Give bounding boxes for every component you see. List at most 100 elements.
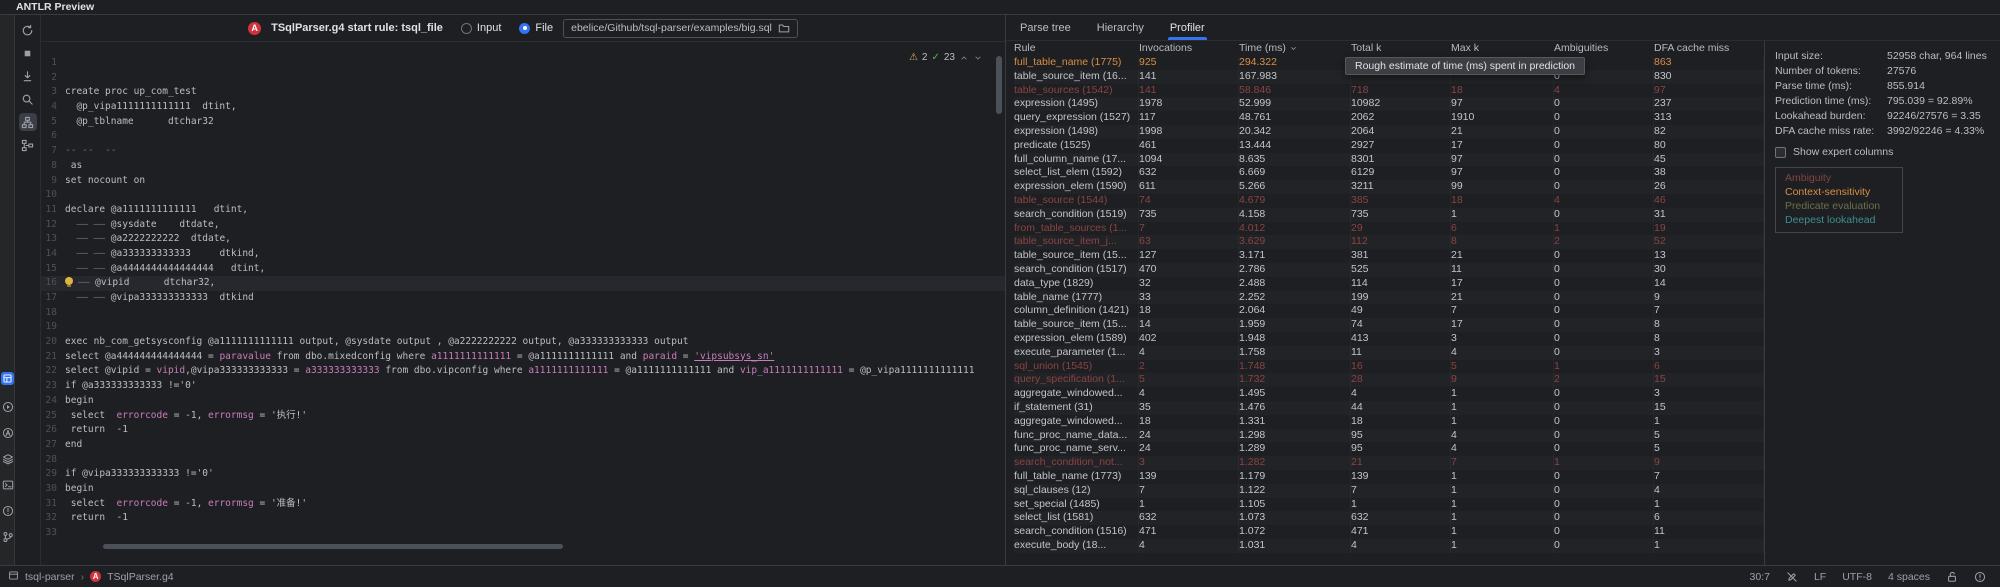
profiler-row[interactable]: execute_body (18...41.0314101 — [1014, 539, 1764, 553]
profiler-row[interactable]: search_condition (1519)7354.1587351031 — [1014, 208, 1764, 222]
code-line[interactable]: 32 return -1 — [41, 511, 1005, 526]
code-line[interactable]: 20exec nb_com_getsysconfig @a11111111111… — [41, 335, 1005, 350]
code-line[interactable]: 8 as — [41, 159, 1005, 174]
column-header[interactable]: Total k — [1351, 41, 1451, 56]
encoding[interactable]: UTF-8 — [1842, 571, 1872, 583]
code-line[interactable]: 24begin — [41, 394, 1005, 409]
profiler-row[interactable]: aggregate_windowed...181.33118101 — [1014, 415, 1764, 429]
profiler-row[interactable]: table_name (1777)332.2521992109 — [1014, 291, 1764, 305]
code-line[interactable]: 1 — [41, 56, 1005, 71]
profiler-row[interactable]: expression (1498)199820.342206421082 — [1014, 125, 1764, 139]
structure-icon[interactable] — [19, 136, 37, 154]
profiler-row[interactable]: table_source_item_j...633.6291128252 — [1014, 235, 1764, 249]
profiler-row[interactable]: data_type (1829)322.48811417014 — [1014, 277, 1764, 291]
previous-problem-icon[interactable] — [959, 53, 969, 63]
input-radio[interactable]: Input — [461, 22, 501, 34]
profiler-row[interactable]: query_expression (1527)11748.76120621910… — [1014, 111, 1764, 125]
profiler-row[interactable]: execute_parameter (1...41.75811403 — [1014, 346, 1764, 360]
code-line[interactable]: 19 — [41, 320, 1005, 335]
code-line[interactable]: 26 return -1 — [41, 423, 1005, 438]
profiler-row[interactable]: search_condition (1516)4711.0724711011 — [1014, 525, 1764, 539]
caret-position[interactable]: 30:7 — [1750, 571, 1770, 583]
code-line[interactable]: 3create proc up_com_test — [41, 85, 1005, 100]
antlr-circle-icon[interactable] — [1, 426, 14, 439]
intention-bulb-icon[interactable] — [65, 277, 73, 285]
profiler-row[interactable]: full_table_name (1773)1391.179139107 — [1014, 470, 1764, 484]
code-line[interactable]: 25 select errorcode = -1, errormsg = '执行… — [41, 409, 1005, 424]
profiler-row[interactable]: full_column_name (17...10948.63583019704… — [1014, 153, 1764, 167]
next-problem-icon[interactable] — [973, 53, 983, 63]
line-ending[interactable]: LF — [1814, 571, 1826, 583]
code-line[interactable]: 31 select errorcode = -1, errormsg = '准备… — [41, 497, 1005, 512]
code-line[interactable]: 17 —— —— @vipa333333333333 dtkind — [41, 291, 1005, 306]
profiler-row[interactable]: search_condition (1517)4702.78652511030 — [1014, 263, 1764, 277]
profiler-row[interactable]: sql_clauses (12)71.1227104 — [1014, 484, 1764, 498]
profiler-row[interactable]: table_sources (1542)14158.84671818497 — [1014, 84, 1764, 98]
code-line[interactable]: 33 — [41, 526, 1005, 541]
profiler-row[interactable]: select_list_elem (1592)6326.669612997038 — [1014, 166, 1764, 180]
profiler-row[interactable]: aggregate_windowed...41.4954103 — [1014, 387, 1764, 401]
profiler-row[interactable]: sql_union (1545)21.74816516 — [1014, 360, 1764, 374]
profiler-row[interactable]: query_specification (1...51.732289215 — [1014, 373, 1764, 387]
code-line[interactable]: 16—— @vipid dtchar32, — [41, 276, 1005, 291]
code-line[interactable]: 11declare @a1111111111111 dtint, — [41, 203, 1005, 218]
code-line[interactable]: 9set nocount on — [41, 174, 1005, 189]
profiler-row[interactable]: column_definition (1421)182.06449707 — [1014, 304, 1764, 318]
code-line[interactable]: 12 —— —— @sysdate dtdate, — [41, 218, 1005, 233]
column-header[interactable]: Rule — [1014, 41, 1139, 56]
show-expert-columns-checkbox[interactable]: Show expert columns — [1775, 146, 2000, 158]
code-line[interactable]: 21select @a444444444444444 = paravalue f… — [41, 350, 1005, 365]
code-line[interactable]: 4 @p_vipa1111111111111 dtint, — [41, 100, 1005, 115]
code-line[interactable]: 27end — [41, 438, 1005, 453]
column-header[interactable]: Invocations — [1139, 41, 1239, 56]
refresh-icon[interactable] — [19, 21, 37, 39]
lock-open-icon[interactable] — [1946, 571, 1958, 583]
code-line[interactable]: 18 — [41, 306, 1005, 321]
profiler-row[interactable]: from_table_sources (1...74.012296119 — [1014, 222, 1764, 236]
profiler-row[interactable]: expression (1495)197852.99910982970237 — [1014, 97, 1764, 111]
breadcrumb-file[interactable]: TSqlParser.g4 — [107, 571, 174, 583]
sql-editor[interactable]: 123create proc up_com_test4 @p_vipa11111… — [41, 42, 1005, 565]
scroll-to-source-icon[interactable] — [19, 67, 37, 85]
code-line[interactable]: 5 @p_tblname dtchar32 — [41, 115, 1005, 130]
profiler-row[interactable]: set_special (1485)11.1051101 — [1014, 498, 1764, 512]
column-header[interactable]: Ambiguities — [1554, 41, 1654, 56]
profiler-row[interactable]: select_list (1581)6321.073632106 — [1014, 511, 1764, 525]
code-line[interactable]: 14 —— —— @a333333333333 dtkind, — [41, 247, 1005, 262]
run-icon[interactable] — [1, 400, 14, 413]
problems-icon[interactable] — [1, 504, 14, 517]
highlighter-off-icon[interactable] — [1786, 571, 1798, 583]
profiler-row[interactable]: table_source (1544)744.67938518446 — [1014, 194, 1764, 208]
code-line[interactable]: 29if @vipa333333333333 !='0' — [41, 467, 1005, 482]
code-line[interactable]: 23if @a333333333333 !='0' — [41, 379, 1005, 394]
code-line[interactable]: 13 —— —— @a2222222222 dtdate, — [41, 232, 1005, 247]
profiler-row[interactable]: expression_elem (1589)4021.948413308 — [1014, 332, 1764, 346]
git-branch-icon[interactable] — [1, 530, 14, 543]
code-line[interactable]: 30begin — [41, 482, 1005, 497]
code-line[interactable]: 10 — [41, 188, 1005, 203]
terminal-icon[interactable] — [1, 478, 14, 491]
file-radio[interactable]: File — [519, 22, 553, 34]
hierarchy-icon[interactable] — [19, 113, 37, 131]
editor-horizontal-scrollbar[interactable] — [103, 544, 563, 549]
inspections-widget-icon[interactable] — [1974, 571, 1986, 583]
antlr-preview-icon[interactable] — [1, 372, 14, 385]
profiler-row[interactable]: predicate (1525)46113.444292717080 — [1014, 139, 1764, 153]
breadcrumb-project[interactable]: tsql-parser — [25, 571, 75, 583]
indent-style[interactable]: 4 spaces — [1888, 571, 1930, 583]
folder-icon[interactable] — [778, 22, 790, 34]
profiler-row[interactable]: search_condition_not...31.28221719 — [1014, 456, 1764, 470]
find-icon[interactable] — [19, 90, 37, 108]
profiler-row[interactable]: expression_elem (1590)6115.266321199026 — [1014, 180, 1764, 194]
tab-profiler[interactable]: Profiler — [1170, 15, 1205, 40]
profiler-row[interactable]: table_source_item (15...1273.17138121013 — [1014, 249, 1764, 263]
profiler-row[interactable]: func_proc_name_serv...241.28995405 — [1014, 442, 1764, 456]
stop-icon[interactable] — [19, 44, 37, 62]
inspection-widget[interactable]: ⚠2 ✓23 — [909, 52, 983, 63]
layers-icon[interactable] — [1, 452, 14, 465]
editor-vertical-scrollbar[interactable] — [996, 56, 1002, 114]
column-header[interactable]: Max k — [1451, 41, 1554, 56]
profiler-row[interactable]: if_statement (31)351.476441015 — [1014, 401, 1764, 415]
code-line[interactable]: 7-- -- -- — [41, 144, 1005, 159]
column-header[interactable]: Time (ms) — [1239, 41, 1351, 56]
